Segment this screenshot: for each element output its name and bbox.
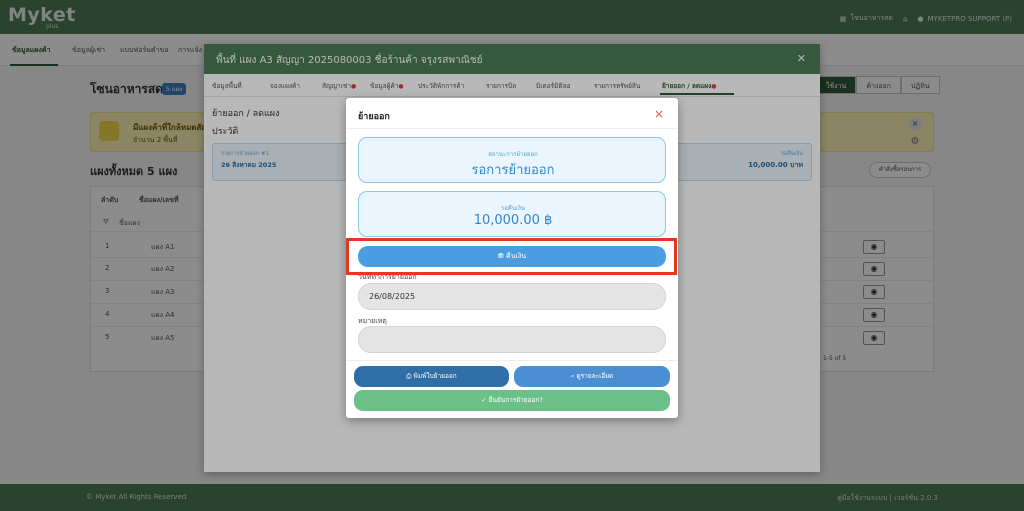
- note-field[interactable]: [358, 326, 666, 353]
- divider: [346, 128, 678, 129]
- move-out-date-field[interactable]: [358, 283, 666, 310]
- refund-label: รอคืนเงิน: [500, 205, 526, 212]
- refund-amount-card: รอคืนเงิน 10,000.00 ฿: [358, 191, 666, 237]
- close-icon[interactable]: ×: [654, 107, 664, 121]
- check-icon: ✓: [481, 396, 487, 404]
- divider: [346, 360, 678, 361]
- refund-value: 10,000.00 ฿: [473, 213, 553, 228]
- refund-highlight-frame: [346, 238, 677, 275]
- status-label: สถานะการย้ายออก: [488, 151, 538, 158]
- print-move-out-button[interactable]: ⎙ พิมพ์ใบย้ายออก: [354, 366, 509, 387]
- dialog-title: ย้ายออก: [358, 112, 390, 122]
- move-out-status-card: สถานะการย้ายออก รอการย้ายออก: [358, 137, 666, 183]
- status-value: รอการย้ายออก: [471, 163, 555, 178]
- search-icon: ⌕: [570, 372, 575, 380]
- printer-icon: ⎙: [406, 372, 412, 380]
- confirm-move-out-button[interactable]: ✓ ยืนยันการย้ายออก?: [354, 390, 670, 411]
- view-details-button[interactable]: ⌕ ดูรายละเอียด: [514, 366, 670, 387]
